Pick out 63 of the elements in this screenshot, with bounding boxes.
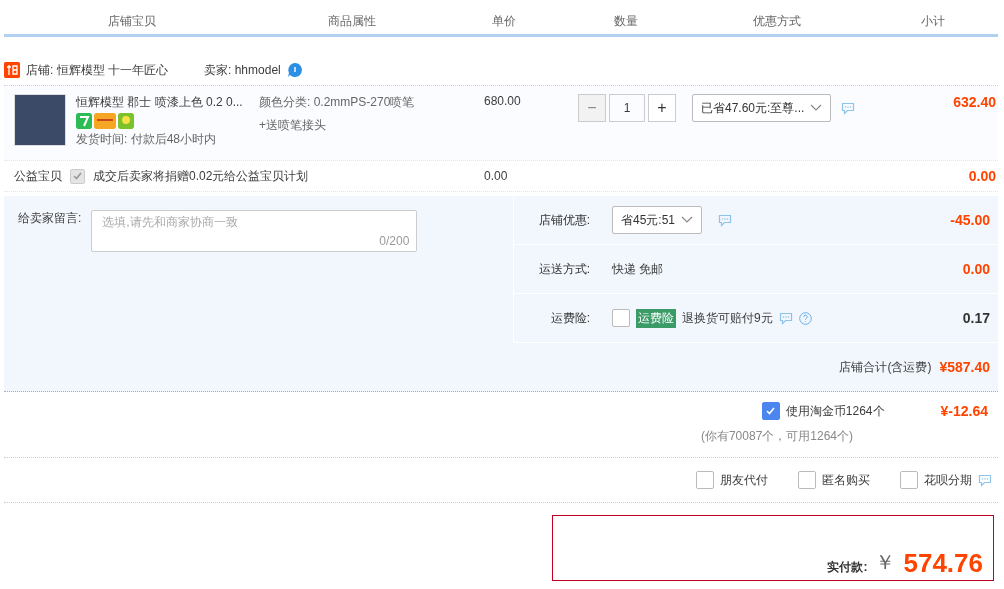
option-amount: -45.00: [950, 212, 991, 228]
increase-button[interactable]: +: [648, 94, 676, 122]
currency-symbol: ￥: [875, 550, 896, 575]
option-amount: 0.17: [962, 310, 991, 326]
payment-option[interactable]: 匿名购买: [822, 471, 870, 489]
shop-name[interactable]: 店铺: 恒辉模型 十一年匠心: [26, 61, 168, 79]
subtotal: 632.40: [952, 94, 997, 110]
option-amount: 0.00: [962, 261, 991, 277]
subtotal: 0.00: [967, 168, 997, 184]
payment-option[interactable]: 花呗分期: [924, 471, 972, 489]
payment-label: 实付款:: [827, 559, 868, 576]
character-counter: 0/200: [379, 234, 410, 248]
checkbox[interactable]: [612, 309, 630, 327]
option-label: 运送方式:: [537, 260, 590, 278]
charity-text: 成交后卖家将捐赠0.02元给公益宝贝计划: [93, 167, 309, 185]
checkbox[interactable]: [900, 471, 918, 489]
column-header: 店铺宝贝: [106, 13, 157, 30]
checkbox[interactable]: [798, 471, 816, 489]
insurance-text: 退换货可赔付9元: [682, 309, 773, 327]
shop-total-amount: ¥587.40: [939, 359, 990, 375]
coins-amount: ¥-12.64: [940, 403, 988, 419]
chat-icon[interactable]: [778, 311, 793, 325]
product-thumbnail[interactable]: [14, 94, 66, 146]
card-payment-icon: [94, 113, 116, 129]
payment-amount: 574.76: [903, 550, 983, 576]
shipping-method: 快递 免邮: [612, 260, 664, 278]
shipping-time: 发货时间: 付款后48小时内: [76, 131, 217, 148]
checkbox[interactable]: [761, 402, 780, 420]
shop-total-label: 店铺合计(含运费): [839, 358, 932, 376]
discount-select[interactable]: 已省47.60元:至尊...: [692, 94, 832, 122]
quantity-field[interactable]: 1: [609, 94, 645, 122]
column-header: 单价: [491, 13, 517, 30]
checkbox[interactable]: [696, 471, 714, 489]
product-title[interactable]: 恒辉模型 郡士 喷漆上色 0.2 0...: [76, 94, 243, 111]
column-header: 数量: [612, 13, 639, 30]
product-attribute: +送喷笔接头: [259, 117, 327, 134]
message-label: 给卖家留言:: [18, 210, 82, 227]
insurance-tag: 运费险: [636, 308, 676, 328]
check-icon: [766, 407, 776, 415]
payment-option[interactable]: 朋友代付: [720, 471, 768, 489]
coins-note: (你有70087个，可用1264个): [700, 428, 853, 445]
charity-label: 公益宝贝: [14, 167, 62, 185]
option-label: 店铺优惠:: [537, 211, 590, 229]
option-label: 运费险:: [549, 309, 590, 327]
chat-icon[interactable]: [718, 213, 733, 227]
seller-name[interactable]: 卖家: hhmodel: [204, 61, 281, 79]
help-icon[interactable]: [798, 311, 812, 325]
check-icon: [73, 172, 82, 180]
chat-bubble-icon[interactable]: [286, 62, 303, 78]
seven-day-return-icon: [76, 113, 92, 129]
coupon-select[interactable]: 省45元:51: [612, 206, 703, 234]
unit-price: 680.00: [483, 94, 522, 108]
chat-icon[interactable]: [978, 473, 992, 487]
caret-icon: [810, 104, 823, 112]
column-header: 小计: [919, 13, 946, 30]
chat-icon[interactable]: [841, 101, 856, 115]
caret-icon: [681, 216, 694, 224]
product-attribute: 颜色分类: 0.2mmPS-270喷笔: [259, 94, 416, 111]
column-header: 商品属性: [326, 13, 377, 30]
column-header: 优惠方式: [752, 13, 802, 30]
shop-logo-icon: [4, 62, 20, 78]
unit-price: 0.00: [483, 169, 509, 183]
coins-label[interactable]: 使用淘金币1264个: [785, 402, 885, 420]
